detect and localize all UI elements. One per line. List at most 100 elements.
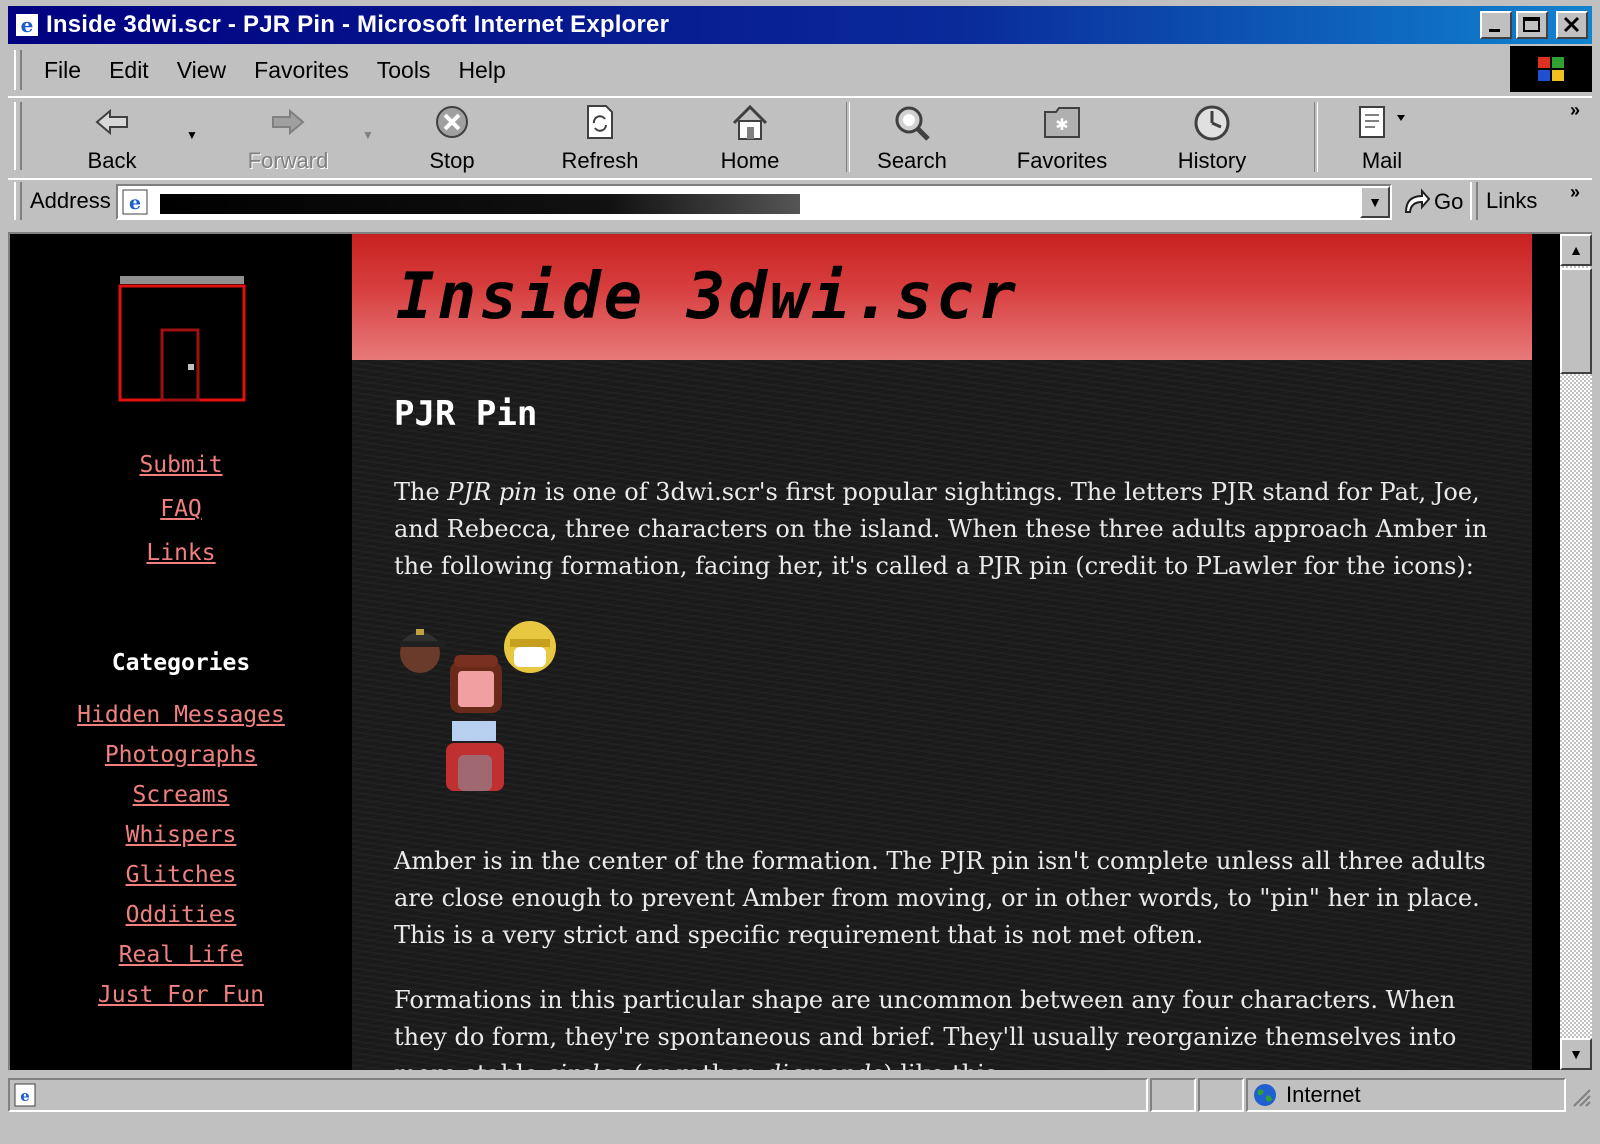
address-label: Address xyxy=(30,188,111,213)
category-photographs[interactable]: Photographs xyxy=(10,742,352,768)
submit-link[interactable]: Submit xyxy=(10,452,352,478)
search-button[interactable]: Search xyxy=(852,102,972,174)
category-real-life[interactable]: Real Life xyxy=(10,942,352,968)
toolbar-separator xyxy=(846,102,850,172)
status-text-pane: e xyxy=(8,1078,1148,1112)
svg-text:e: e xyxy=(129,192,141,214)
mail-label: Mail xyxy=(1361,148,1403,173)
close-button[interactable] xyxy=(1556,11,1588,39)
go-button[interactable]: Go xyxy=(1402,184,1463,220)
links-chevron-icon[interactable]: » xyxy=(1570,182,1580,203)
toolbar-chevron-icon[interactable]: » xyxy=(1570,100,1580,121)
favorites-label: Favorites xyxy=(1016,148,1108,173)
menu-help[interactable]: Help xyxy=(458,57,505,84)
mail-button[interactable]: Mail xyxy=(1322,102,1442,174)
go-label: Go xyxy=(1434,189,1464,214)
svg-text:e: e xyxy=(20,1087,30,1105)
status-pane-blank-2 xyxy=(1198,1078,1244,1112)
ie-window: e Inside 3dwi.scr - PJR Pin - Microsoft … xyxy=(0,0,1600,1144)
category-screams[interactable]: Screams xyxy=(10,782,352,808)
joe-character-icon xyxy=(504,621,556,673)
refresh-icon xyxy=(587,105,613,139)
history-clock-icon xyxy=(1194,105,1230,141)
links-link[interactable]: Links xyxy=(10,540,352,566)
address-bar: Address e ▼ Go Links » xyxy=(8,178,1592,226)
go-arrow-icon xyxy=(1404,188,1430,213)
category-oddities[interactable]: Oddities xyxy=(10,902,352,928)
categories-heading: Categories xyxy=(111,650,251,676)
paragraph-3: Formations in this particular shape are … xyxy=(394,982,1494,1070)
scroll-thumb[interactable] xyxy=(1560,268,1592,374)
page-ie-icon: e xyxy=(122,189,148,215)
p3-text-a: Formations in this particular shape are … xyxy=(394,986,1457,1070)
forward-button[interactable]: Forward xyxy=(228,102,348,174)
redacted-url xyxy=(160,194,800,214)
address-dropdown-button[interactable]: ▼ xyxy=(1360,186,1390,218)
search-label: Search xyxy=(877,148,947,173)
page-viewport: Submit FAQ Links Categories Hidden Messa… xyxy=(8,232,1592,1070)
refresh-label: Refresh xyxy=(561,148,639,173)
minimize-icon xyxy=(1489,29,1500,32)
title-bar[interactable]: e Inside 3dwi.scr - PJR Pin - Microsoft … xyxy=(8,6,1592,44)
refresh-button[interactable]: Refresh xyxy=(540,102,660,174)
main-content: Inside 3dwi.scr PJR Pin The PJR pin is o… xyxy=(352,234,1532,1070)
windows-flag-icon xyxy=(1538,57,1564,81)
back-button[interactable]: Back xyxy=(52,102,172,174)
mail-icon xyxy=(1359,106,1405,138)
article: PJR Pin The PJR pin is one of 3dwi.scr's… xyxy=(394,394,1494,1070)
minimize-button[interactable] xyxy=(1480,11,1512,39)
favorites-folder-icon: ✱ xyxy=(1044,107,1080,138)
paragraph-2: Amber is in the center of the formation.… xyxy=(394,847,1486,949)
zone-label: Internet xyxy=(1286,1082,1361,1107)
p1-emphasis: PJR pin xyxy=(447,478,538,506)
toolbar-grip[interactable] xyxy=(14,102,22,170)
stop-button[interactable]: Stop xyxy=(392,102,512,174)
sidebar: Submit FAQ Links Categories Hidden Messa… xyxy=(10,234,352,1070)
top-links: Submit FAQ Links xyxy=(10,452,352,584)
category-glitches[interactable]: Glitches xyxy=(10,862,352,888)
p3-text-c: ) like this: xyxy=(883,1060,1005,1070)
security-zone-pane: Internet xyxy=(1246,1078,1566,1112)
history-label: History xyxy=(1177,148,1247,173)
category-whispers[interactable]: Whispers xyxy=(10,822,352,848)
category-links: Hidden Messages Photographs Screams Whis… xyxy=(10,702,352,1022)
ie-logo-icon: e xyxy=(16,13,38,37)
scroll-up-button[interactable]: ▲ xyxy=(1560,234,1592,266)
p3-text-b: (or rather, xyxy=(626,1060,766,1070)
favorites-button[interactable]: ✱ Favorites xyxy=(1002,102,1122,174)
forward-label: Forward xyxy=(247,148,329,173)
menu-favorites[interactable]: Favorites xyxy=(254,57,349,84)
faq-link[interactable]: FAQ xyxy=(10,496,352,522)
scroll-down-button[interactable]: ▼ xyxy=(1560,1038,1592,1070)
history-button[interactable]: History xyxy=(1152,102,1272,174)
stop-icon xyxy=(436,106,468,138)
category-hidden-messages[interactable]: Hidden Messages xyxy=(10,702,352,728)
menu-tools[interactable]: Tools xyxy=(377,57,431,84)
close-icon xyxy=(1563,16,1580,33)
resize-grip-icon[interactable] xyxy=(1570,1086,1592,1108)
p3-emphasis-circles: circles xyxy=(546,1060,626,1070)
back-dropdown-arrow[interactable]: ▼ xyxy=(186,128,198,142)
address-input[interactable]: e ▼ xyxy=(116,184,1392,220)
menu-file[interactable]: File xyxy=(44,57,81,84)
links-grip[interactable] xyxy=(1470,182,1478,220)
vertical-scrollbar[interactable]: ▲ ▼ xyxy=(1560,234,1592,1070)
forward-arrow-icon xyxy=(272,108,305,136)
page-heading: PJR Pin xyxy=(394,394,538,434)
menu-view[interactable]: View xyxy=(177,57,226,84)
back-label: Back xyxy=(87,148,137,173)
site-banner: Inside 3dwi.scr xyxy=(352,234,1532,360)
home-button[interactable]: Home xyxy=(690,102,810,174)
menu-edit[interactable]: Edit xyxy=(109,57,149,84)
toolbar-separator xyxy=(1314,102,1318,172)
p1-text-b: is one of 3dwi.scr's first popular sight… xyxy=(394,478,1488,580)
links-button[interactable]: Links xyxy=(1486,188,1537,214)
site-logo-door-icon[interactable] xyxy=(118,274,248,404)
category-just-for-fun[interactable]: Just For Fun xyxy=(10,982,352,1008)
forward-dropdown-arrow[interactable]: ▼ xyxy=(362,128,374,142)
menu-grip[interactable] xyxy=(14,50,22,90)
maximize-button[interactable] xyxy=(1516,11,1548,39)
rebecca-character-icon xyxy=(446,721,504,791)
home-label: Home xyxy=(720,148,780,173)
address-grip[interactable] xyxy=(14,182,22,220)
